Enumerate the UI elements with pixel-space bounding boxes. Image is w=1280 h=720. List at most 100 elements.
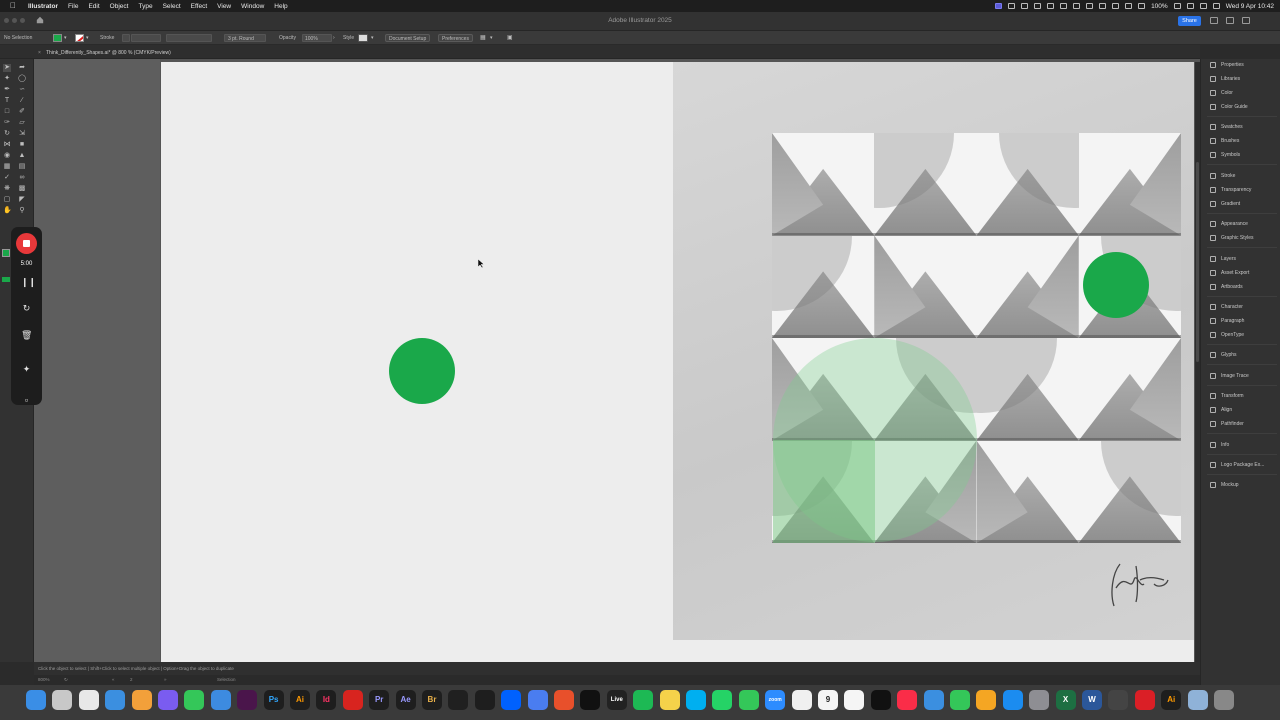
status-icon[interactable] [1112,3,1120,9]
hand-tool-icon[interactable]: ✋ [3,207,12,215]
status-icon[interactable] [1073,3,1081,9]
panel-stroke[interactable]: Stroke [1210,171,1235,181]
slice-tool-icon[interactable]: ◤ [18,196,26,204]
dock-downloads-icon[interactable] [1187,690,1208,710]
artboard-tool-icon[interactable]: ▢ [3,196,11,204]
free-transform-tool-icon[interactable]: ■ [18,141,26,149]
panel-menu-icon[interactable]: ▣ [507,34,513,42]
toolbar-fill-swatch[interactable] [2,249,10,257]
dock-settings-icon[interactable] [1029,690,1050,710]
battery-icon[interactable] [1173,3,1181,9]
panel-logo-package-export[interactable]: Logo Package Ex... [1210,460,1264,470]
chevron-down-icon[interactable]: ▾ [64,34,69,42]
panel-properties[interactable]: Properties [1210,60,1244,70]
panel-swatches[interactable]: Swatches [1210,122,1243,132]
fill-swatch[interactable] [53,34,62,42]
panel-brushes[interactable]: Brushes [1210,136,1239,146]
status-icon[interactable] [1086,3,1094,9]
dock-safari-icon[interactable] [105,690,126,710]
zoom-level[interactable]: 800% [38,677,50,682]
screen-recording-icon[interactable] [995,3,1003,9]
scrollbar-thumb[interactable] [1196,162,1199,362]
dock-indesign-icon[interactable]: Id [316,690,337,710]
dock-facetime-icon[interactable] [738,690,759,710]
line-tool-icon[interactable]: ∕ [18,97,26,105]
document-setup-button[interactable]: Document Setup [385,34,431,42]
status-icon[interactable] [1138,3,1146,9]
status-icon[interactable] [1008,3,1016,9]
mesh-tool-icon[interactable]: ▦ [3,163,11,171]
status-icon[interactable] [1021,3,1029,9]
panel-transparency[interactable]: Transparency [1210,185,1251,195]
shape-builder-tool-icon[interactable]: ◉ [3,152,11,160]
stroke-label[interactable]: Stroke [100,34,114,42]
type-tool-icon[interactable]: T [3,97,11,105]
dock-slack-icon[interactable] [237,690,258,710]
variable-width-profile[interactable] [166,34,212,42]
dock-launchpad-icon[interactable] [52,690,73,710]
panel-paragraph[interactable]: Paragraph [1210,316,1244,326]
arrange-documents-icon[interactable] [1226,17,1234,24]
preferences-button[interactable]: Preferences [438,34,473,42]
dock-pages-doc-icon[interactable] [976,690,997,710]
share-button[interactable]: Share [1178,16,1201,26]
artboard-next-icon[interactable]: » [164,677,167,682]
panel-libraries[interactable]: Libraries [1210,74,1240,84]
menu-view[interactable]: View [217,3,231,10]
panel-character[interactable]: Character [1210,302,1243,312]
dock-reminders-icon[interactable] [844,690,865,710]
panel-align[interactable]: Align [1210,405,1232,415]
panel-info[interactable]: Info [1210,440,1229,450]
menu-object[interactable]: Object [110,3,129,10]
dock-messages-icon[interactable] [184,690,205,710]
stroke-weight-stepper[interactable] [122,34,130,42]
dock-excel-icon[interactable]: X [1055,690,1076,710]
dock-office-icon[interactable] [554,690,574,710]
width-tool-icon[interactable]: ⋈ [3,141,11,149]
eyedropper-tool-icon[interactable]: ✓ [3,174,11,182]
dock-app-store-icon[interactable] [1002,690,1023,710]
chevron-down-icon[interactable]: ▾ [86,34,91,42]
dock-apple-tv-icon[interactable] [870,690,891,710]
dock-arc-icon[interactable] [158,690,178,710]
menu-app-illustrator[interactable]: Illustrator [28,3,58,10]
dock-live-icon[interactable]: Live [606,690,627,710]
dock-mail-icon[interactable] [210,690,231,710]
shaper-tool-icon[interactable]: ✑ [3,119,11,127]
panel-pathfinder[interactable]: Pathfinder [1210,419,1244,429]
camera-icon[interactable]: ▫ [21,395,32,406]
artboard-prev-icon[interactable]: « [112,677,115,682]
green-circle-object[interactable] [389,338,455,404]
opacity-field[interactable]: 100% [302,34,332,42]
panel-opentype[interactable]: OpenType [1210,330,1244,340]
graphic-style-swatch[interactable] [358,34,368,42]
close-icon[interactable]: × [38,48,41,58]
dock-photoshop-icon[interactable]: Ps [263,690,284,710]
direct-selection-tool-icon[interactable]: ➦ [18,64,26,72]
apple-menu-icon[interactable]:  [10,2,20,10]
rotate-tool-icon[interactable]: ↻ [3,130,11,138]
restart-icon[interactable]: ↻ [21,303,32,314]
chevron-down-icon[interactable]: ▾ [371,34,374,42]
menu-select[interactable]: Select [163,3,181,10]
dock-acrobat-icon[interactable] [342,690,363,710]
rotate-view-icon[interactable]: ↻ [64,677,68,683]
blend-tool-icon[interactable]: ∞ [18,174,26,182]
symbol-sprayer-tool-icon[interactable]: ❋ [3,185,11,193]
dock-photos-icon[interactable] [791,690,812,710]
menu-file[interactable]: File [68,3,78,10]
eraser-tool-icon[interactable]: ▱ [18,119,26,127]
dock-pages-icon[interactable] [131,690,152,710]
status-icon[interactable] [1034,3,1042,9]
rectangle-tool-icon[interactable]: □ [3,108,11,116]
magic-wand-tool-icon[interactable]: ✦ [3,75,11,83]
dock-chrome-icon[interactable] [78,690,99,710]
dock-premiere-pro-icon[interactable]: Pr [369,690,390,710]
dock-numbers-icon[interactable] [950,690,970,710]
scale-tool-icon[interactable]: ⇲ [18,130,26,138]
panel-layers[interactable]: Layers [1210,254,1236,264]
chevron-down-icon[interactable]: ▾ [490,34,493,42]
dock-spotify-icon[interactable] [633,690,654,710]
dock-after-effects-icon[interactable]: Ae [395,690,416,710]
menu-help[interactable]: Help [274,3,287,10]
